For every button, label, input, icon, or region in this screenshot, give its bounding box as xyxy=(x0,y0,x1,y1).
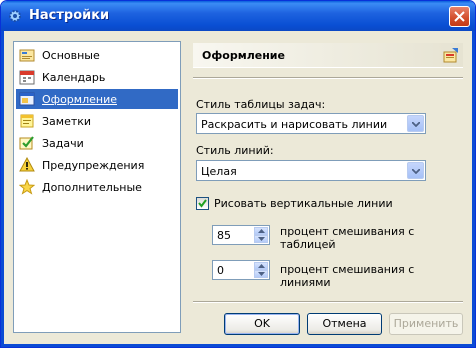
appearance-icon xyxy=(19,91,35,107)
dropdown-button[interactable] xyxy=(407,115,424,132)
title-bar[interactable]: Настройки xyxy=(1,1,475,31)
sidebar-item-label: Календарь xyxy=(42,71,106,84)
table-blend-label: процент смешивания с xyxy=(280,225,415,238)
spin-up-button[interactable] xyxy=(254,227,268,235)
warning-icon xyxy=(19,156,35,173)
sidebar-item-label: Предупреждения xyxy=(42,159,145,172)
table-blend-spinner[interactable]: 85 xyxy=(212,225,270,245)
spin-down-button[interactable] xyxy=(254,235,268,243)
settings-dialog: Настройки Основные Календарь Оформление … xyxy=(0,0,476,348)
calendar-icon xyxy=(19,69,35,85)
sidebar-item-warnings[interactable]: Предупреждения xyxy=(16,155,178,175)
sidebar-item-label: Основные xyxy=(42,49,100,62)
category-list[interactable]: Основные Календарь Оформление Заметки За… xyxy=(13,41,181,333)
apply-button[interactable]: Применить xyxy=(389,313,463,335)
line-style-select[interactable]: Целая xyxy=(196,160,426,181)
chevron-up-icon xyxy=(258,229,265,233)
chevron-up-icon xyxy=(258,264,265,268)
general-settings-icon xyxy=(19,47,35,63)
sidebar-item-label: Дополнительные xyxy=(42,181,142,194)
draw-vertical-lines-checkbox[interactable] xyxy=(196,197,209,210)
sidebar-item-additional[interactable]: Дополнительные xyxy=(16,177,178,197)
line-style-label: Стиль линий: xyxy=(196,144,274,157)
chevron-down-icon xyxy=(258,237,265,241)
task-style-label: Стиль таблицы задач: xyxy=(196,98,326,111)
sidebar-item-label: Задачи xyxy=(42,137,84,150)
sidebar-item-label: Оформление xyxy=(42,93,117,106)
section-header: Оформление xyxy=(193,43,463,68)
divider xyxy=(193,301,463,303)
task-style-select[interactable]: Раскрасить и нарисовать линии xyxy=(196,113,426,134)
sidebar-item-notes[interactable]: Заметки xyxy=(16,111,178,131)
sidebar-item-calendar[interactable]: Календарь xyxy=(16,67,178,87)
sidebar-item-appearance[interactable]: Оформление xyxy=(16,89,178,109)
checkmark-icon xyxy=(198,199,207,208)
notes-icon xyxy=(19,113,35,129)
star-icon xyxy=(18,178,36,195)
close-icon xyxy=(454,11,465,22)
task-style-value: Раскрасить и нарисовать линии xyxy=(201,118,388,131)
app-gear-icon xyxy=(7,8,23,24)
dropdown-button[interactable] xyxy=(407,162,424,179)
sidebar-item-label: Заметки xyxy=(42,115,92,128)
chevron-down-icon xyxy=(412,122,420,127)
window-title: Настройки xyxy=(29,8,110,23)
divider xyxy=(193,77,463,79)
lines-blend-value[interactable]: 0 xyxy=(217,264,224,277)
tasks-icon xyxy=(19,135,35,151)
appearance-icon xyxy=(443,47,459,63)
lines-blend-label-2: линиями xyxy=(280,276,331,289)
lines-blend-spinner[interactable]: 0 xyxy=(212,260,270,280)
line-style-value: Целая xyxy=(201,165,237,178)
spin-down-button[interactable] xyxy=(254,270,268,278)
section-title: Оформление xyxy=(202,49,285,62)
ok-button[interactable]: OK xyxy=(224,313,300,335)
lines-blend-label: процент смешивания с xyxy=(280,263,415,276)
chevron-down-icon xyxy=(258,272,265,276)
table-blend-value[interactable]: 85 xyxy=(217,229,231,242)
spin-up-button[interactable] xyxy=(254,262,268,270)
draw-vertical-lines-label[interactable]: Рисовать вертикальные линии xyxy=(214,197,393,210)
table-blend-label-2: таблицей xyxy=(280,238,336,251)
sidebar-item-tasks[interactable]: Задачи xyxy=(16,133,178,153)
sidebar-item-general[interactable]: Основные xyxy=(16,45,178,65)
close-button[interactable] xyxy=(449,6,470,27)
cancel-button[interactable]: Отмена xyxy=(307,313,382,335)
chevron-down-icon xyxy=(412,169,420,174)
